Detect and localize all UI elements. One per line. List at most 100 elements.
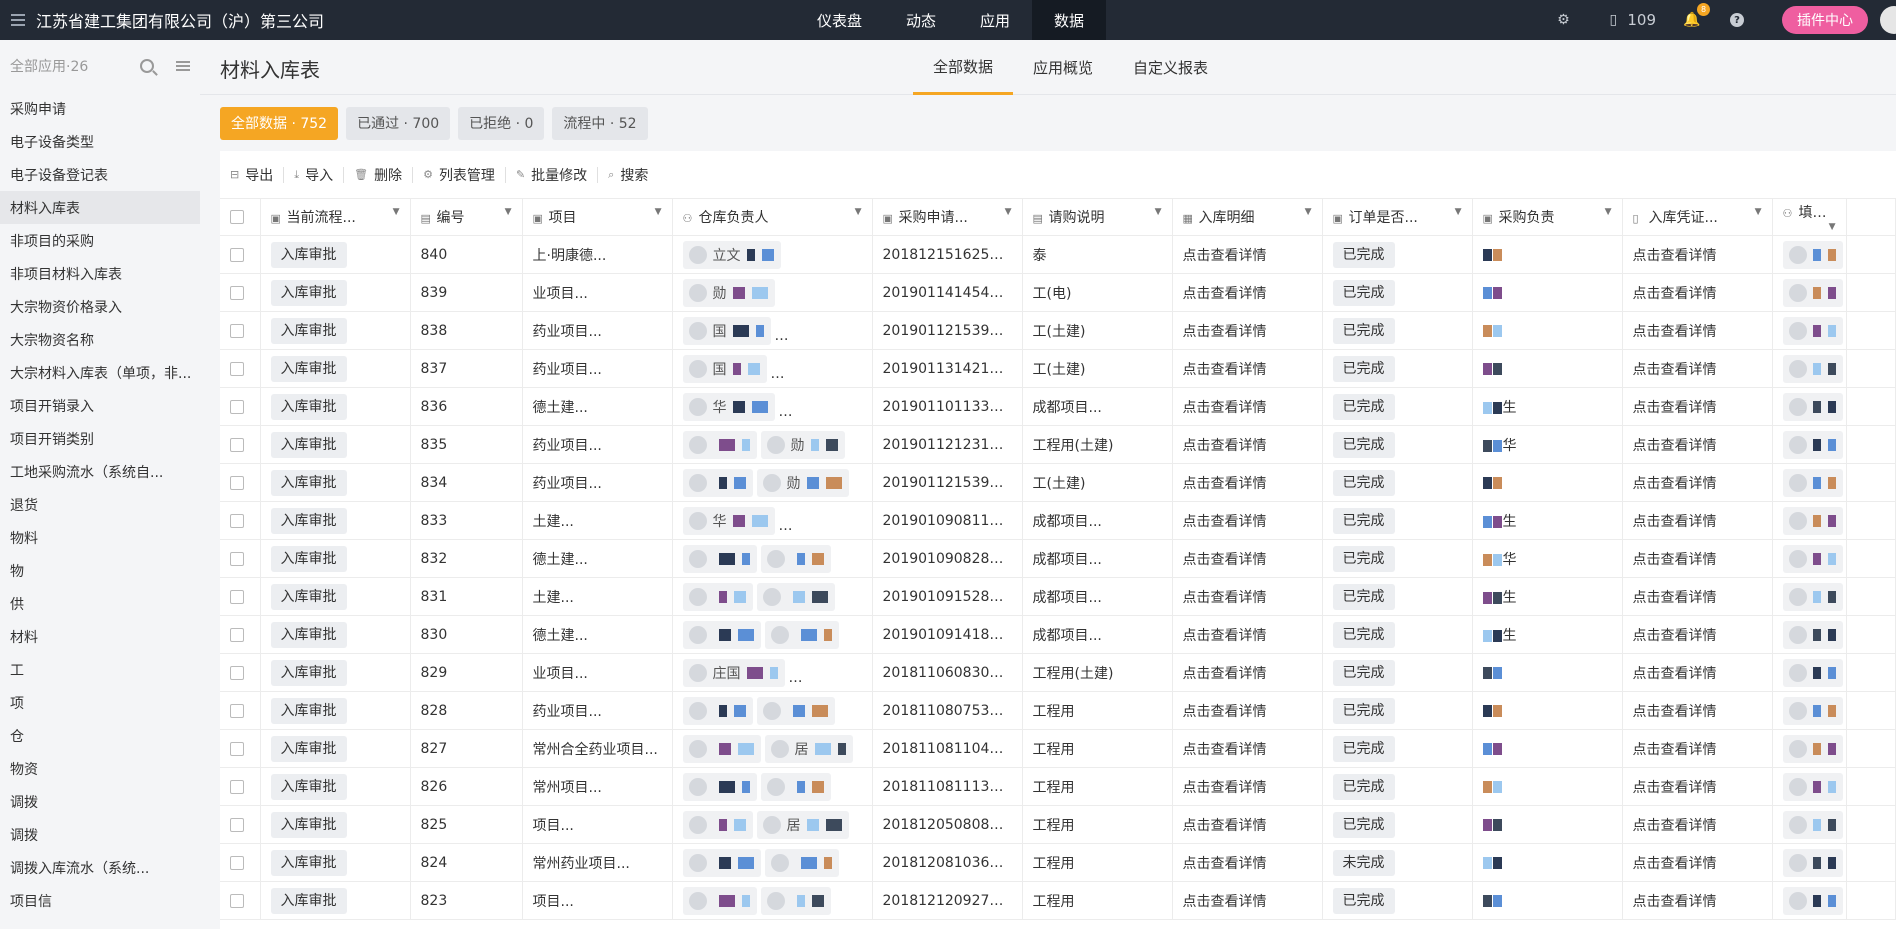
row-checkbox[interactable]: [230, 665, 244, 680]
flow-status-tag[interactable]: 入库审批: [270, 469, 347, 496]
column-header[interactable]: ▣ 订单是否... ▼: [1322, 198, 1473, 236]
inbound-detail-link[interactable]: 点击查看详情: [1172, 387, 1323, 426]
inbound-detail-link[interactable]: 点击查看详情: [1172, 311, 1323, 350]
person-chip[interactable]: [1782, 772, 1843, 801]
person-chip[interactable]: 居: [756, 810, 849, 839]
table-row[interactable]: 入库审批 833 土建... 华狄 201901090811000... 成都项目... 点…: [220, 501, 1896, 540]
person-chip[interactable]: 居: [764, 734, 853, 763]
person-chip[interactable]: [682, 848, 761, 877]
table-row[interactable]: 入库审批 835 药业项目... 勋 201901121231000... 工程用(土建)…: [220, 425, 1896, 464]
nav-item-0[interactable]: 仪表盘: [795, 0, 884, 40]
flow-status-tag[interactable]: 入库审批: [270, 735, 347, 762]
table-row[interactable]: 入库审批 826 常州项目... 201811081113000... 工程用 点击查看详…: [220, 767, 1896, 806]
column-header[interactable]: ▣ 采购负责 ▼: [1472, 198, 1623, 236]
person-chip[interactable]: 勋: [760, 430, 845, 459]
purchase-request-cell[interactable]: 201811080753000...: [872, 691, 1023, 730]
inbound-detail-link[interactable]: 点击查看详情: [1172, 273, 1323, 312]
voucher-detail-link[interactable]: 点击查看详情: [1622, 843, 1773, 882]
voucher-detail-link[interactable]: 点击查看详情: [1622, 349, 1773, 388]
row-checkbox[interactable]: [230, 589, 244, 604]
sidebar-item[interactable]: 材料入库表: [0, 191, 200, 224]
sidebar-item[interactable]: 调拨: [0, 818, 200, 851]
sidebar-item[interactable]: 非项目材料入库表: [0, 257, 200, 290]
inbound-detail-link[interactable]: 点击查看详情: [1172, 881, 1323, 920]
project-cell[interactable]: 常州合全药业项目...: [522, 729, 673, 768]
person-chip[interactable]: [760, 772, 831, 801]
caret-down-icon[interactable]: ▼: [855, 207, 862, 217]
project-cell[interactable]: 常州药业项目...: [522, 843, 673, 882]
caret-down-icon[interactable]: ▼: [1605, 207, 1612, 217]
sidebar-item[interactable]: 大宗材料入库表（单项，非...: [0, 356, 200, 389]
table-row[interactable]: 入库审批 823 项目... 201812120927000... 工程用 点击查看详情已…: [220, 881, 1896, 920]
person-chip[interactable]: [1782, 430, 1843, 459]
person-chip[interactable]: [1782, 316, 1843, 345]
person-chip[interactable]: [1782, 544, 1843, 573]
flow-status-tag[interactable]: 入库审批: [270, 355, 347, 382]
tab-0[interactable]: 全部数据: [913, 40, 1014, 95]
sidebar-item[interactable]: 项: [0, 686, 200, 719]
voucher-detail-link[interactable]: 点击查看详情: [1622, 539, 1773, 578]
flow-status-tag[interactable]: 入库审批: [270, 887, 347, 914]
voucher-detail-link[interactable]: 点击查看详情: [1622, 767, 1773, 806]
table-row[interactable]: 入库审批 829 业项目... 庄国 201811060830000... 工程用(土建)…: [220, 653, 1896, 692]
sidebar-item[interactable]: 非项目的采购: [0, 224, 200, 257]
inbound-detail-link[interactable]: 点击查看详情: [1172, 653, 1323, 692]
notifications[interactable]: 🔔 8: [1683, 3, 1710, 28]
row-checkbox[interactable]: [230, 627, 244, 642]
person-chip[interactable]: [1782, 354, 1843, 383]
project-cell[interactable]: 上·明康德...: [522, 235, 673, 274]
project-cell[interactable]: 土建...: [522, 577, 673, 616]
purchase-request-cell[interactable]: 201811081113000...: [872, 767, 1023, 806]
person-chip[interactable]: [682, 582, 753, 611]
person-chip[interactable]: [756, 696, 835, 725]
select-all-checkbox[interactable]: [230, 210, 244, 224]
project-cell[interactable]: 德土建...: [522, 615, 673, 654]
voucher-detail-link[interactable]: 点击查看详情: [1622, 729, 1773, 768]
row-checkbox[interactable]: [230, 399, 244, 414]
row-checkbox[interactable]: [230, 893, 244, 908]
voucher-detail-link[interactable]: 点击查看详情: [1622, 577, 1773, 616]
project-cell[interactable]: 常州项目...: [522, 767, 673, 806]
sidebar-item[interactable]: 退货: [0, 488, 200, 521]
purchase-request-cell[interactable]: 201812120927000...: [872, 881, 1023, 920]
sidebar-item[interactable]: 项目信: [0, 884, 200, 917]
project-cell[interactable]: 药业项目...: [522, 425, 673, 464]
flow-status-tag[interactable]: 入库审批: [270, 507, 347, 534]
person-chip[interactable]: [1782, 620, 1843, 649]
inbound-detail-link[interactable]: 点击查看详情: [1172, 805, 1323, 844]
purchase-request-cell[interactable]: 201901121231000...: [872, 425, 1023, 464]
sidebar-item[interactable]: 大宗物资名称: [0, 323, 200, 356]
settings-gear-icon[interactable]: ⚙: [1555, 12, 1571, 28]
document-counter[interactable]: ▯ 109: [1605, 11, 1657, 29]
flow-status-tag[interactable]: 入库审批: [270, 279, 347, 306]
purchase-request-cell[interactable]: 201901101133000...: [872, 387, 1023, 426]
flow-status-tag[interactable]: 入库审批: [270, 431, 347, 458]
hamburger-menu-icon[interactable]: [0, 0, 36, 40]
purchase-request-cell[interactable]: 201901090828000...: [872, 539, 1023, 578]
project-cell[interactable]: 药业项目...: [522, 349, 673, 388]
table-row[interactable]: 入库审批 838 药业项目... 国勋 201901121539000... 工(土建) 点…: [220, 311, 1896, 350]
company-name[interactable]: 江苏省建工集团有限公司（沪）第三公司: [36, 8, 324, 32]
person-chip[interactable]: [764, 620, 839, 649]
table-row[interactable]: 入库审批 831 土建... 201901091528000... 成都项目... 点击查…: [220, 577, 1896, 616]
project-cell[interactable]: 德土建...: [522, 539, 673, 578]
inbound-detail-link[interactable]: 点击查看详情: [1172, 577, 1323, 616]
purchase-request-cell[interactable]: 201901141454000...: [872, 273, 1023, 312]
column-header[interactable]: ▤ 编号 ▼: [410, 198, 523, 236]
inbound-detail-link[interactable]: 点击查看详情: [1172, 235, 1323, 274]
sidebar-item[interactable]: 工: [0, 653, 200, 686]
person-chip[interactable]: [1782, 278, 1843, 307]
help-icon[interactable]: ?: [1730, 13, 1744, 27]
sidebar-item[interactable]: 工地采购流水（系统自...: [0, 455, 200, 488]
filter-chip[interactable]: 全部数据 · 752: [220, 106, 339, 140]
caret-down-icon[interactable]: ▼: [1755, 207, 1762, 217]
person-chip[interactable]: [764, 848, 839, 877]
toolbar-button-import[interactable]: ⤓ 导入: [294, 166, 345, 184]
person-chip[interactable]: [682, 544, 757, 573]
flow-status-tag[interactable]: 入库审批: [270, 849, 347, 876]
voucher-detail-link[interactable]: 点击查看详情: [1622, 311, 1773, 350]
person-chip[interactable]: [756, 582, 835, 611]
project-cell[interactable]: 项目...: [522, 805, 673, 844]
project-cell[interactable]: 业项目...: [522, 273, 673, 312]
purchase-request-cell[interactable]: 201811060830000...: [872, 653, 1023, 692]
